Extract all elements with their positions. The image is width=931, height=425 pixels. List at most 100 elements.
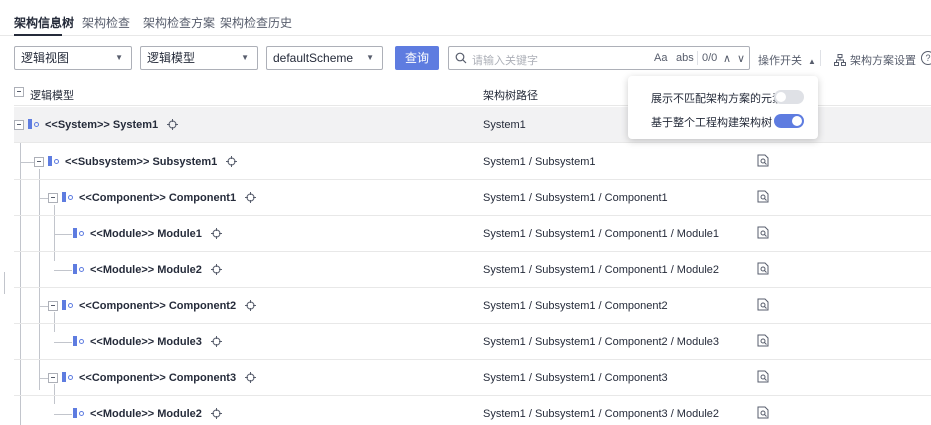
chevron-down-icon[interactable]: ∨: [737, 52, 745, 65]
show-unmatched-toggle[interactable]: [774, 90, 804, 104]
table-row[interactable]: <<Module>> Module1 System1 / Subsystem1 …: [14, 216, 931, 252]
search-box: 请输入关键字 Aa abs 0/0 ∧ ∨: [448, 46, 750, 70]
node-name: <<Subsystem>> Subsystem1: [65, 156, 218, 168]
resize-handle[interactable]: [4, 272, 5, 294]
subsystem-node-icon: [48, 156, 62, 166]
node-name: <<Component>> Component1: [79, 192, 237, 204]
tree-node-label: <<Module>> Module2: [73, 264, 222, 276]
view-details-icon[interactable]: [757, 370, 769, 383]
view-details-icon[interactable]: [757, 262, 769, 275]
table-row[interactable]: <<Component>> Component2 System1 / Subsy…: [14, 288, 931, 324]
view-details-icon[interactable]: [757, 190, 769, 203]
tree-path: System1 / Subsystem1 / Component2: [483, 300, 668, 312]
search-icon: [455, 52, 467, 64]
table-row[interactable]: <<Subsystem>> Subsystem1 System1 / Subsy…: [14, 144, 931, 180]
ops-toggle-label: 操作开关: [758, 55, 802, 67]
collapse-toggle-icon[interactable]: [48, 373, 58, 383]
tree-guide-line: [54, 270, 72, 271]
locate-icon[interactable]: [210, 336, 222, 347]
toolbar: 逻辑视图 ▼ 逻辑模型 ▼ defaultScheme ▼ 查询 请输入关键字 …: [0, 44, 931, 72]
column-header-model: 逻辑模型: [30, 90, 74, 102]
tree-node-label: <<Module>> Module1: [73, 228, 222, 240]
search-input[interactable]: 请输入关键字: [472, 52, 538, 68]
model-select[interactable]: 逻辑模型 ▼: [140, 46, 258, 70]
table-row[interactable]: <<Component>> Component3 System1 / Subsy…: [14, 360, 931, 396]
divider: [697, 51, 698, 65]
component-node-icon: [62, 300, 76, 310]
scheme-settings-label: 架构方案设置: [850, 55, 916, 67]
view-details-icon[interactable]: [757, 154, 769, 167]
tree-guide-line: [54, 414, 72, 415]
view-details-icon[interactable]: [757, 406, 769, 419]
tree-guide-line: [54, 234, 72, 235]
table-row[interactable]: <<Module>> Module2 System1 / Subsystem1 …: [14, 396, 931, 425]
chevron-down-icon: ▼: [366, 53, 374, 62]
tree-path: System1 / Subsystem1: [483, 156, 596, 168]
help-icon[interactable]: ?: [921, 51, 931, 65]
build-whole-project-toggle[interactable]: [774, 114, 804, 128]
tree-guide-line: [20, 162, 34, 163]
scheme-select[interactable]: defaultScheme ▼: [266, 46, 383, 70]
tree-path: System1 / Subsystem1 / Component2 / Modu…: [483, 336, 720, 348]
node-name: <<Module>> Module2: [90, 264, 202, 276]
view-details-icon[interactable]: [757, 334, 769, 347]
tree-node-label: <<Subsystem>> Subsystem1: [48, 156, 238, 168]
ops-toggle-button[interactable]: 操作开关 ▲: [758, 52, 816, 68]
model-select-value: 逻辑模型: [147, 51, 196, 65]
component-node-icon: [62, 192, 76, 202]
locate-icon[interactable]: [210, 228, 222, 239]
tree-guide-line: [54, 342, 72, 343]
view-details-icon[interactable]: [757, 226, 769, 239]
tab-architecture-check-history[interactable]: 架构检查历史: [220, 14, 292, 31]
toggle-knob: [776, 92, 786, 102]
locate-icon[interactable]: [245, 372, 257, 383]
tree-node-label: <<System>> System1: [28, 119, 179, 131]
locate-icon[interactable]: [167, 119, 179, 130]
node-name: <<Component>> Component2: [79, 300, 237, 312]
scheme-settings-button[interactable]: 架构方案设置: [834, 52, 916, 68]
tree-node-label: <<Module>> Module3: [73, 336, 222, 348]
toggle-knob: [792, 116, 802, 126]
collapse-toggle-icon[interactable]: [14, 120, 24, 130]
tree-path: System1 / Subsystem1 / Component1 / Modu…: [483, 228, 720, 240]
chevron-up-icon[interactable]: ∧: [723, 52, 731, 65]
collapse-toggle-icon[interactable]: [48, 193, 58, 203]
table-row[interactable]: <<Module>> Module2 System1 / Subsystem1 …: [14, 252, 931, 288]
whole-word-toggle[interactable]: abs: [676, 52, 694, 64]
tab-architecture-info-tree[interactable]: 架构信息树: [14, 14, 74, 31]
tree-path: System1 / Subsystem1 / Component3 / Modu…: [483, 408, 720, 420]
option-show-unmatched-label: 展示不匹配架构方案的元素: [651, 93, 783, 105]
collapse-toggle-icon[interactable]: [48, 301, 58, 311]
table-row[interactable]: <<Component>> Component1 System1 / Subsy…: [14, 180, 931, 216]
collapse-toggle-icon[interactable]: [34, 157, 44, 167]
match-count: 0/0: [702, 52, 718, 64]
collapse-all-icon[interactable]: [14, 87, 24, 97]
query-button[interactable]: 查询: [395, 46, 439, 70]
node-name: <<System>> System1: [45, 119, 159, 131]
tab-architecture-check[interactable]: 架构检查: [82, 14, 130, 31]
tab-architecture-check-scheme[interactable]: 架构检查方案: [143, 14, 215, 31]
locate-icon[interactable]: [210, 408, 222, 419]
locate-icon[interactable]: [245, 300, 257, 311]
locate-icon[interactable]: [226, 156, 238, 167]
active-tab-indicator: [14, 34, 62, 36]
node-name: <<Module>> Module3: [90, 336, 202, 348]
node-name: <<Module>> Module2: [90, 408, 202, 420]
ops-toggle-popup: 展示不匹配架构方案的元素 基于整个工程构建架构树: [628, 76, 818, 139]
tree-node-label: <<Module>> Module2: [73, 408, 222, 420]
locate-icon[interactable]: [245, 192, 257, 203]
hierarchy-icon: [834, 54, 846, 66]
table-row[interactable]: <<Module>> Module3 System1 / Subsystem1 …: [14, 324, 931, 360]
view-select[interactable]: 逻辑视图 ▼: [14, 46, 132, 70]
tree-path: System1 / Subsystem1 / Component1 / Modu…: [483, 264, 720, 276]
view-details-icon[interactable]: [757, 298, 769, 311]
component-node-icon: [62, 372, 76, 382]
option-build-whole-project-label: 基于整个工程构建架构树: [651, 117, 772, 129]
node-name: <<Module>> Module1: [90, 228, 202, 240]
match-case-toggle[interactable]: Aa: [654, 52, 667, 64]
locate-icon[interactable]: [210, 264, 222, 275]
tree-path: System1 / Subsystem1 / Component1: [483, 192, 668, 204]
tree-node-label: <<Component>> Component1: [62, 192, 257, 204]
tree-node-label: <<Component>> Component2: [62, 300, 257, 312]
node-name: <<Component>> Component3: [79, 372, 237, 384]
